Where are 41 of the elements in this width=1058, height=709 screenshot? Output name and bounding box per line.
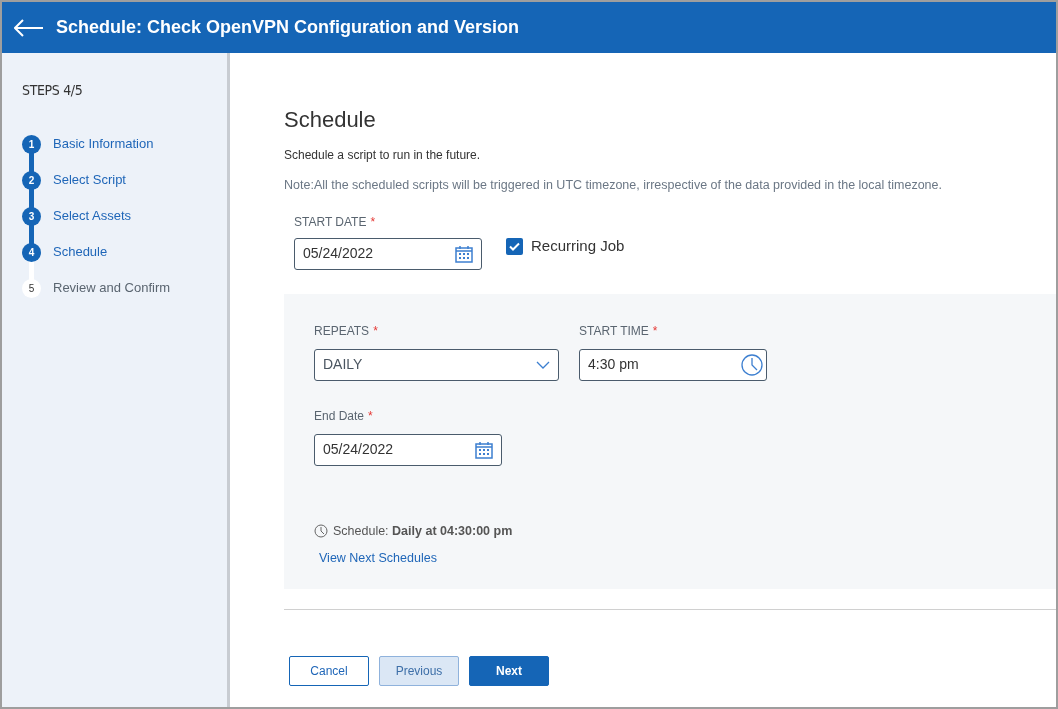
clock-icon[interactable] (741, 353, 763, 376)
step-link[interactable]: Review and Confirm (53, 278, 171, 298)
calendar-icon[interactable] (475, 440, 493, 459)
required-mark: * (373, 322, 378, 340)
step-number: 3 (22, 206, 41, 226)
wizard-button[interactable]: Next (469, 656, 549, 687)
calendar-icon[interactable] (455, 244, 473, 263)
field-label: START DATE (294, 213, 367, 231)
step-number: 5 (22, 278, 41, 298)
steps-counter: STEPS 4/5 (22, 81, 84, 100)
clock-icon (314, 524, 328, 539)
step-link[interactable]: Basic Information (53, 134, 154, 154)
start-time-field[interactable]: 4:30 pm (579, 348, 767, 381)
chevron-down-icon (536, 360, 550, 369)
step-link[interactable]: Schedule (53, 242, 108, 262)
schedule-summary: Schedule: Daily at 04:30:00 pm (333, 522, 513, 540)
checkbox-label: Recurring Job (531, 236, 625, 257)
page-title: Schedule: Check OpenVPN Configuration and Version (56, 16, 520, 39)
timezone-note: Note:All the scheduled scripts will be triggered in UTC timezone, irrespective of the data provided in the local timezone. (284, 177, 943, 194)
back-arrow-icon[interactable] (14, 18, 44, 37)
field-label: End Date (314, 407, 365, 425)
step-number: 2 (22, 170, 41, 190)
start-date-field[interactable]: 05/24/2022 (294, 237, 482, 270)
required-mark: * (370, 213, 376, 231)
step-number: 4 (22, 242, 41, 262)
step-link[interactable]: Select Script (53, 170, 126, 190)
field-label: REPEATS (314, 322, 370, 340)
required-mark: * (368, 407, 373, 425)
description-text: Schedule a script to run in the future. (284, 147, 482, 164)
checkmark-icon (509, 242, 520, 251)
step-link[interactable]: Select Assets (53, 206, 132, 226)
required-mark: * (652, 322, 658, 340)
wizard-button[interactable]: Cancel (289, 656, 369, 687)
repeats-dropdown[interactable]: DAILY (314, 348, 559, 381)
recurring-checkbox[interactable] (506, 238, 523, 255)
step-number: 1 (22, 134, 41, 154)
field-label: START TIME (579, 322, 649, 340)
end-date-field[interactable]: 05/24/2022 (314, 433, 502, 466)
section-heading: Schedule (284, 106, 377, 134)
wizard-button[interactable]: Previous (379, 656, 459, 687)
view-next-schedules-link[interactable]: View Next Schedules (314, 548, 437, 568)
